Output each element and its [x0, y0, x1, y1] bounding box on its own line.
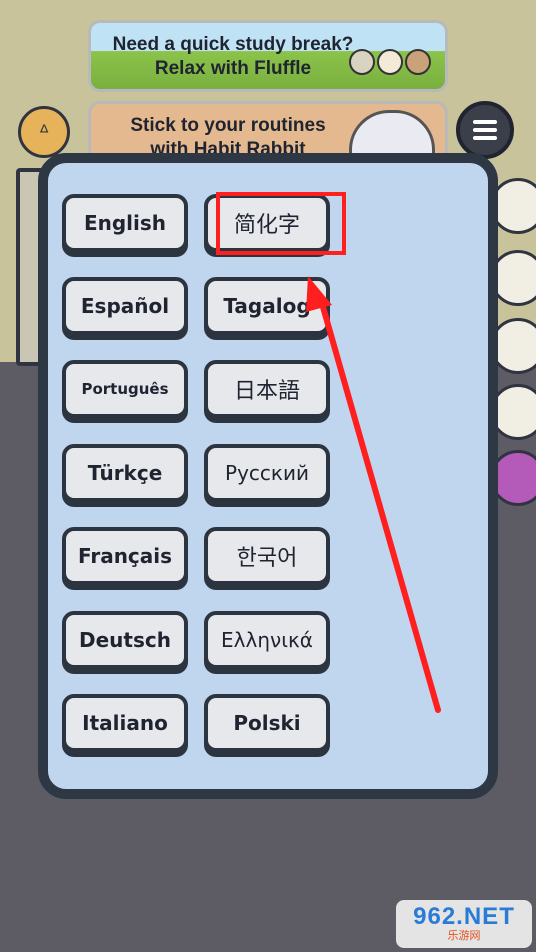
language-button-english[interactable]: English [62, 194, 188, 252]
watermark-sub: 乐游网 [447, 929, 481, 942]
language-button-italian[interactable]: Italiano [62, 694, 188, 752]
language-button-russian[interactable]: Русский [204, 444, 330, 502]
language-button-tagalog[interactable]: Tagalog [204, 277, 330, 335]
language-button-japanese[interactable]: 日本語 [204, 360, 330, 418]
language-button-turkish[interactable]: Türkçe [62, 444, 188, 502]
fluffle-promo-banner[interactable]: Need a quick study break? Relax with Flu… [88, 20, 448, 92]
site-watermark: 962.NET 乐游网 [396, 900, 532, 948]
bunnies-illustration-icon [349, 49, 431, 75]
language-button-korean[interactable]: 한국어 [204, 527, 330, 585]
watermark-main: 962.NET [413, 903, 515, 930]
language-button-spanish[interactable]: Español [62, 277, 188, 335]
language-button-french[interactable]: Français [62, 527, 188, 585]
language-button-portuguese[interactable]: Português [62, 360, 188, 418]
language-button-greek[interactable]: Ελληνικά [204, 611, 330, 669]
rabbit-coin-icon[interactable]: ᐞ [18, 106, 70, 158]
highlight-box [216, 192, 346, 255]
hamburger-menu-icon[interactable] [456, 101, 514, 159]
language-button-german[interactable]: Deutsch [62, 611, 188, 669]
language-button-polish[interactable]: Polski [204, 694, 330, 752]
